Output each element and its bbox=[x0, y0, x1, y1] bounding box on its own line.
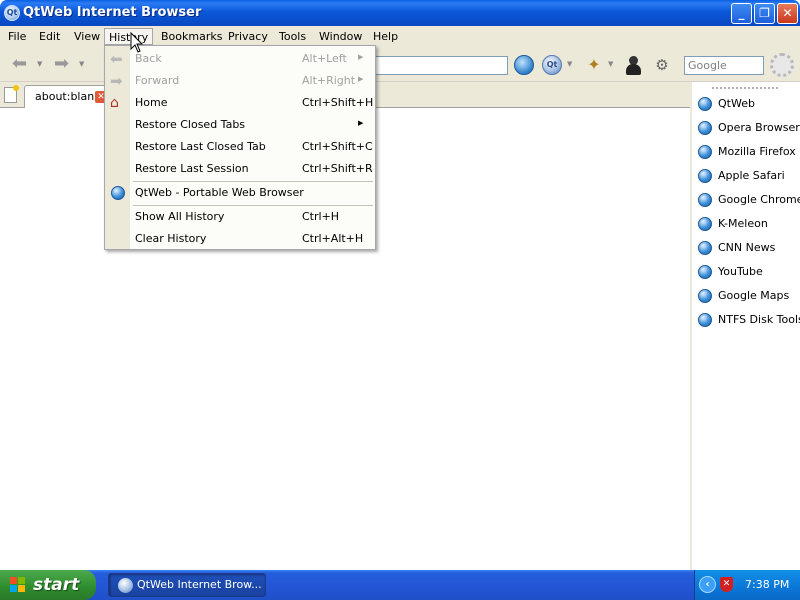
menu-item-restore-closed-tabs[interactable]: Restore Closed Tabs ▶ bbox=[105, 114, 375, 136]
new-tab-icon[interactable] bbox=[4, 85, 19, 103]
show-hidden-icons-icon[interactable]: ‹ bbox=[699, 576, 716, 593]
reload-icon[interactable] bbox=[514, 55, 534, 75]
system-tray: ‹ ✕ 7:38 PM bbox=[694, 570, 800, 600]
globe-icon bbox=[698, 97, 712, 111]
home-icon: ⌂ bbox=[110, 95, 119, 111]
back-icon[interactable]: ⬅ bbox=[12, 55, 30, 73]
url-input[interactable] bbox=[374, 56, 508, 75]
maximize-button[interactable]: ❐ bbox=[754, 3, 775, 24]
back-arrow-icon: ⬅ bbox=[110, 50, 123, 68]
menu-file[interactable]: File bbox=[4, 28, 30, 45]
settings-icon[interactable] bbox=[770, 53, 794, 77]
menu-history[interactable]: History bbox=[104, 28, 154, 45]
maximize-icon: ❐ bbox=[759, 6, 770, 20]
start-button[interactable]: start bbox=[0, 570, 96, 600]
taskbar: start QtWeb Internet Brow... ‹ ✕ 7:38 PM bbox=[0, 570, 800, 600]
tab-label: about:blank bbox=[35, 90, 101, 103]
menu-edit[interactable]: Edit bbox=[35, 28, 64, 45]
menu-item-restore-last-closed-tab[interactable]: Restore Last Closed Tab Ctrl+Shift+C bbox=[105, 136, 375, 158]
minimize-button[interactable]: _ bbox=[731, 3, 752, 24]
globe-icon bbox=[698, 169, 712, 183]
wand-dropdown-icon[interactable]: ▼ bbox=[608, 60, 613, 68]
globe-icon bbox=[698, 121, 712, 135]
bookmarks-sidebar: QtWeb Opera Browser Mozilla Firefox Appl… bbox=[690, 82, 800, 570]
minimize-icon: _ bbox=[738, 6, 745, 20]
menu-tools[interactable]: Tools bbox=[275, 28, 310, 45]
close-button[interactable]: ✕ bbox=[777, 3, 798, 24]
globe-icon bbox=[698, 313, 712, 327]
wand-icon[interactable]: ✦ bbox=[584, 55, 604, 75]
forward-icon[interactable]: ➡ bbox=[54, 55, 72, 73]
mouse-cursor-icon bbox=[130, 32, 144, 53]
sidebar-grip[interactable] bbox=[712, 87, 778, 90]
qtweb-icon[interactable]: Qt bbox=[4, 5, 20, 21]
submenu-arrow-icon: ▶ bbox=[358, 75, 364, 83]
windows-logo-icon bbox=[10, 577, 27, 593]
tab-about-blank[interactable]: about:blank ✕ bbox=[24, 85, 110, 108]
globe-icon bbox=[698, 241, 712, 255]
search-placeholder: Google bbox=[688, 59, 727, 72]
gears-icon[interactable]: ⚙ bbox=[652, 55, 672, 75]
security-shield-icon[interactable]: ✕ bbox=[720, 577, 733, 592]
globe-icon bbox=[111, 186, 125, 200]
menu-bar: File Edit View History Bookmarks Privacy… bbox=[0, 26, 800, 46]
menu-item-show-all-history[interactable]: Show All History Ctrl+H bbox=[105, 206, 375, 228]
submenu-arrow-icon: ▶ bbox=[358, 53, 364, 61]
menu-item-restore-last-session[interactable]: Restore Last Session Ctrl+Shift+R bbox=[105, 158, 375, 180]
menu-item-forward[interactable]: ➡ Forward Alt+Right ▶ bbox=[105, 70, 375, 92]
window-title: QtWeb Internet Browser bbox=[23, 5, 202, 20]
menu-privacy[interactable]: Privacy bbox=[224, 28, 272, 45]
forward-dropdown-icon[interactable]: ▼ bbox=[79, 60, 84, 68]
search-input[interactable]: Google bbox=[684, 56, 764, 75]
menu-item-back[interactable]: ⬅ Back Alt+Left ▶ bbox=[105, 48, 375, 70]
globe-icon bbox=[698, 289, 712, 303]
menu-bookmarks[interactable]: Bookmarks bbox=[157, 28, 226, 45]
start-label: start bbox=[33, 575, 80, 595]
clock[interactable]: 7:38 PM bbox=[745, 578, 789, 591]
forward-arrow-icon: ➡ bbox=[110, 72, 123, 90]
qtweb-menu-icon[interactable]: Qt bbox=[542, 55, 562, 75]
qtweb-dropdown-icon[interactable]: ▼ bbox=[567, 60, 572, 68]
title-bar: Qt QtWeb Internet Browser _ ❐ ✕ bbox=[0, 0, 800, 26]
globe-icon bbox=[698, 193, 712, 207]
menu-item-clear-history[interactable]: Clear History Ctrl+Alt+H bbox=[105, 228, 375, 250]
globe-icon bbox=[698, 265, 712, 279]
history-menu: ⬅ Back Alt+Left ▶ ➡ Forward Alt+Right ▶ … bbox=[104, 45, 376, 250]
menu-help[interactable]: Help bbox=[369, 28, 402, 45]
close-icon: ✕ bbox=[782, 6, 793, 20]
back-dropdown-icon[interactable]: ▼ bbox=[37, 60, 42, 68]
submenu-arrow-icon: ▶ bbox=[358, 119, 364, 127]
globe-icon bbox=[698, 217, 712, 231]
globe-icon bbox=[698, 145, 712, 159]
menu-window[interactable]: Window bbox=[315, 28, 366, 45]
menu-item-qtweb-portable[interactable]: QtWeb - Portable Web Browser bbox=[105, 182, 375, 204]
menu-item-home[interactable]: ⌂ Home Ctrl+Shift+H bbox=[105, 92, 375, 114]
user-icon[interactable] bbox=[625, 55, 641, 75]
taskbar-item-qtweb[interactable]: QtWeb Internet Brow... bbox=[108, 573, 266, 597]
menu-view[interactable]: View bbox=[70, 28, 104, 45]
qtweb-icon bbox=[118, 578, 133, 593]
